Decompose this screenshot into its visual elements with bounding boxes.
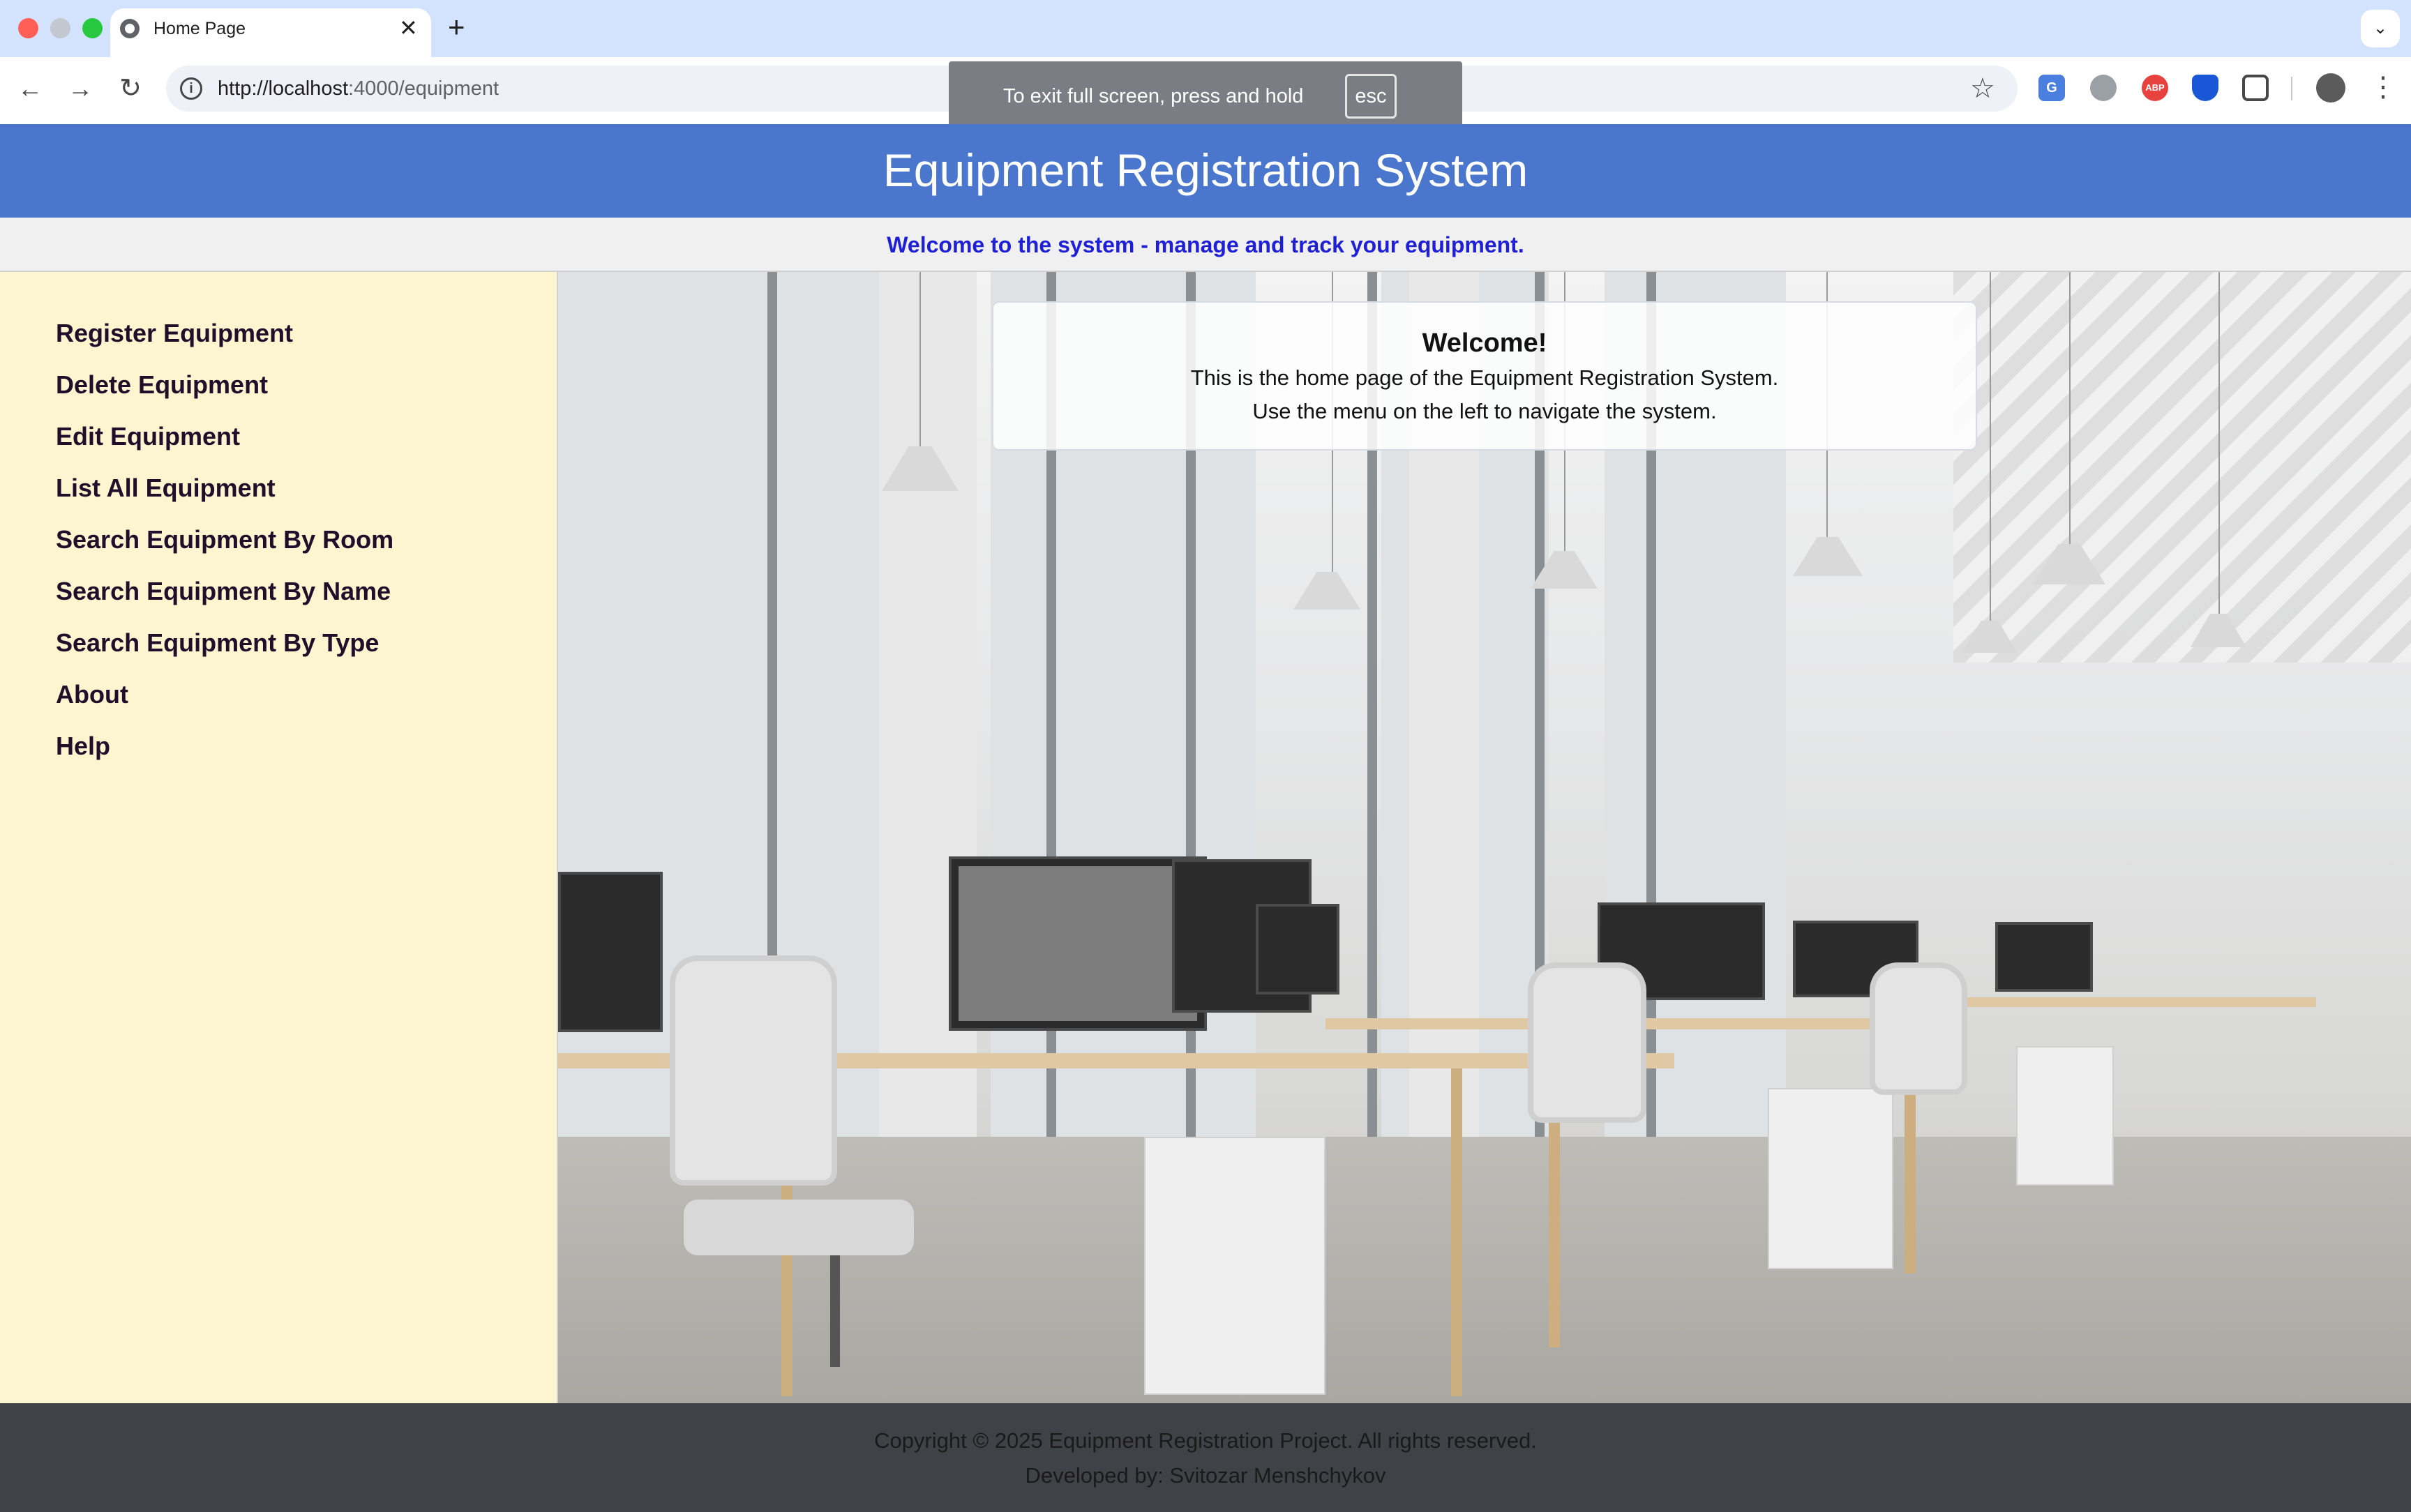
desk-leg [1451, 1068, 1462, 1396]
monitor [1256, 904, 1339, 995]
sidebar-item-search-by-name[interactable]: Search Equipment By Name [56, 576, 391, 607]
drawer-cabinet [1768, 1088, 1893, 1269]
monitor [949, 856, 1207, 1031]
globe-extension-icon[interactable] [2090, 75, 2117, 101]
tab-title: Home Page [153, 19, 246, 38]
fullscreen-toast-text: To exit full screen, press and hold [1003, 85, 1304, 107]
monitor [1995, 922, 2093, 992]
sidebar-item-about[interactable]: About [56, 679, 128, 710]
drawer-cabinet [2016, 1046, 2114, 1186]
toolbar-divider [2291, 77, 2292, 100]
site-info-icon[interactable]: i [180, 77, 202, 100]
welcome-heading: Welcome! [1422, 328, 1547, 358]
monitor [558, 872, 663, 1032]
pendant-lamp [1793, 537, 1863, 576]
sidebar-item-delete-equipment[interactable]: Delete Equipment [56, 370, 268, 400]
ceiling-beams [1953, 272, 2411, 663]
site-footer [0, 1403, 2411, 1512]
forward-button[interactable]: → [63, 71, 98, 106]
browser-menu-icon[interactable]: ⋮ [2369, 71, 2397, 103]
footer-developer: Developed by: Svitozar Menshchykov [1025, 1463, 1386, 1488]
welcome-text-line-2: Use the menu on the left to navigate the… [1252, 399, 1717, 423]
welcome-banner-text: Welcome to the system - manage and track… [887, 232, 1524, 257]
puzzle-icon[interactable] [2242, 75, 2269, 101]
close-tab-icon[interactable]: ✕ [399, 15, 418, 40]
page-title: Equipment Registration System [882, 144, 1529, 196]
reload-button[interactable]: ↻ [113, 71, 148, 106]
translate-icon[interactable]: G [2038, 75, 2065, 101]
office-chair [1528, 962, 1646, 1123]
monitor-screen [959, 866, 1197, 1021]
url-path: :4000/equipment [348, 77, 500, 100]
sidebar-item-edit-equipment[interactable]: Edit Equipment [56, 421, 240, 452]
footer-copyright: Copyright © 2025 Equipment Registration … [874, 1428, 1537, 1453]
window-minimize-button[interactable] [50, 18, 70, 38]
window-maximize-button[interactable] [82, 18, 103, 38]
lamp-cord [919, 272, 921, 446]
welcome-text-line-1: This is the home page of the Equipment R… [1190, 365, 1779, 390]
profile-avatar[interactable] [2316, 73, 2345, 103]
chair-seat [684, 1200, 914, 1255]
adblock-icon[interactable]: ABP [2142, 75, 2168, 101]
shield-icon[interactable] [2192, 75, 2218, 101]
lamp-cord [2218, 272, 2220, 614]
tab-search-button[interactable]: ⌄ [2361, 10, 2400, 47]
sidebar-item-help[interactable]: Help [56, 731, 110, 762]
url-text[interactable]: http://localhost:4000/equipment [218, 76, 499, 101]
lamp-cord [1990, 272, 1991, 621]
lamp-cord [2069, 272, 2071, 544]
url-host: http://localhost [218, 77, 348, 100]
sidebar-item-register-equipment[interactable]: Register Equipment [56, 318, 293, 349]
esc-key-badge: esc [1345, 74, 1397, 119]
window-close-button[interactable] [18, 18, 38, 38]
pendant-lamp [1293, 572, 1360, 610]
sidebar-item-search-by-room[interactable]: Search Equipment By Room [56, 524, 393, 555]
globe-icon [120, 19, 140, 38]
drawer-cabinet [1144, 1137, 1325, 1395]
sidebar-item-search-by-type[interactable]: Search Equipment By Type [56, 628, 379, 658]
sidebar-item-list-all-equipment[interactable]: List All Equipment [56, 473, 276, 504]
chair-base [830, 1255, 840, 1367]
new-tab-button[interactable]: + [448, 11, 465, 43]
office-chair [1870, 962, 1967, 1095]
office-chair [670, 955, 837, 1186]
bookmark-star-icon[interactable]: ☆ [1970, 73, 1995, 104]
back-button[interactable]: ← [13, 71, 47, 106]
